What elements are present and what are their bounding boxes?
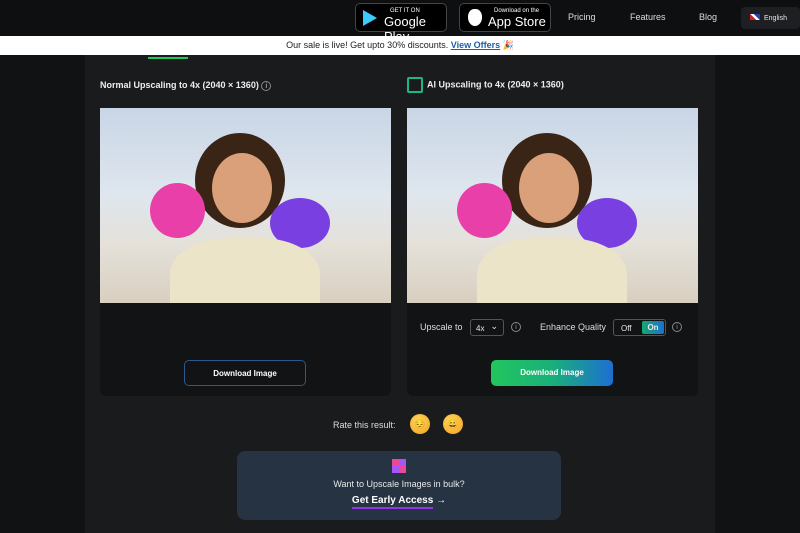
upscale-select[interactable]: 4x ⌄ xyxy=(470,319,504,336)
google-play-button[interactable]: GET IT ON Google Play xyxy=(355,3,447,44)
normal-download-button[interactable]: Download Image xyxy=(184,360,306,386)
upscale-value: 4x xyxy=(476,324,485,333)
bulk-icon xyxy=(392,459,406,473)
language-label: English xyxy=(764,15,787,22)
nav-features[interactable]: Features xyxy=(630,12,666,22)
view-offers-link[interactable]: View Offers xyxy=(451,40,500,50)
normal-title-text: Normal Upscaling to 4x (2040 × 1360) xyxy=(100,80,259,90)
nav-pricing[interactable]: Pricing xyxy=(568,12,596,22)
toggle-off[interactable]: Off xyxy=(621,324,632,333)
sale-banner: Our sale is live! Get upto 30% discounts… xyxy=(0,36,800,55)
nav-blog[interactable]: Blog xyxy=(699,12,717,22)
rate-sad-button[interactable]: 😔 xyxy=(410,414,430,434)
normal-image xyxy=(100,108,391,303)
upscale-info-icon[interactable]: i xyxy=(511,322,521,332)
ai-upscale-icon xyxy=(407,77,423,93)
cta-text: Get Early Access xyxy=(351,495,434,509)
normal-title: Normal Upscaling to 4x (2040 × 1360) i xyxy=(100,80,272,91)
active-tab-indicator xyxy=(148,57,188,59)
ai-image xyxy=(407,108,698,303)
arrow-right-icon: → xyxy=(436,495,447,506)
enhance-label: Enhance Quality xyxy=(540,322,607,332)
rate-happy-button[interactable]: 😀 xyxy=(443,414,463,434)
toggle-on[interactable]: On xyxy=(642,321,664,334)
language-selector[interactable]: English xyxy=(741,7,800,29)
bulk-text: Want to Upscale Images in bulk? xyxy=(333,479,465,489)
app-store-button[interactable]: Download on the App Store xyxy=(459,3,551,32)
upscale-label: Upscale to xyxy=(420,322,463,332)
ai-download-button[interactable]: Download Image xyxy=(491,360,613,386)
get-early-access-link[interactable]: Get Early Access → xyxy=(237,495,561,509)
ai-title-text: AI Upscaling to 4x (2040 × 1360) xyxy=(427,79,564,90)
chevron-down-icon: ⌄ xyxy=(490,321,498,331)
normal-card: Download Image xyxy=(100,108,391,396)
apple-icon xyxy=(468,9,482,26)
bulk-promo: Want to Upscale Images in bulk? Get Earl… xyxy=(237,451,561,520)
party-icon: 🎉 xyxy=(502,40,514,50)
uk-flag-icon xyxy=(750,14,760,20)
ai-title: AI Upscaling to 4x (2040 × 1360) xyxy=(407,77,564,93)
app-store-big: App Store xyxy=(488,14,546,29)
banner-text: Our sale is live! Get upto 30% discounts… xyxy=(286,40,449,50)
info-icon[interactable]: i xyxy=(261,80,272,91)
enhance-toggle[interactable]: Off On xyxy=(613,319,666,336)
ai-card: Download Image xyxy=(407,108,698,396)
enhance-info-icon[interactable]: i xyxy=(672,322,682,332)
rate-label: Rate this result: xyxy=(333,420,396,430)
google-play-icon xyxy=(363,10,377,26)
